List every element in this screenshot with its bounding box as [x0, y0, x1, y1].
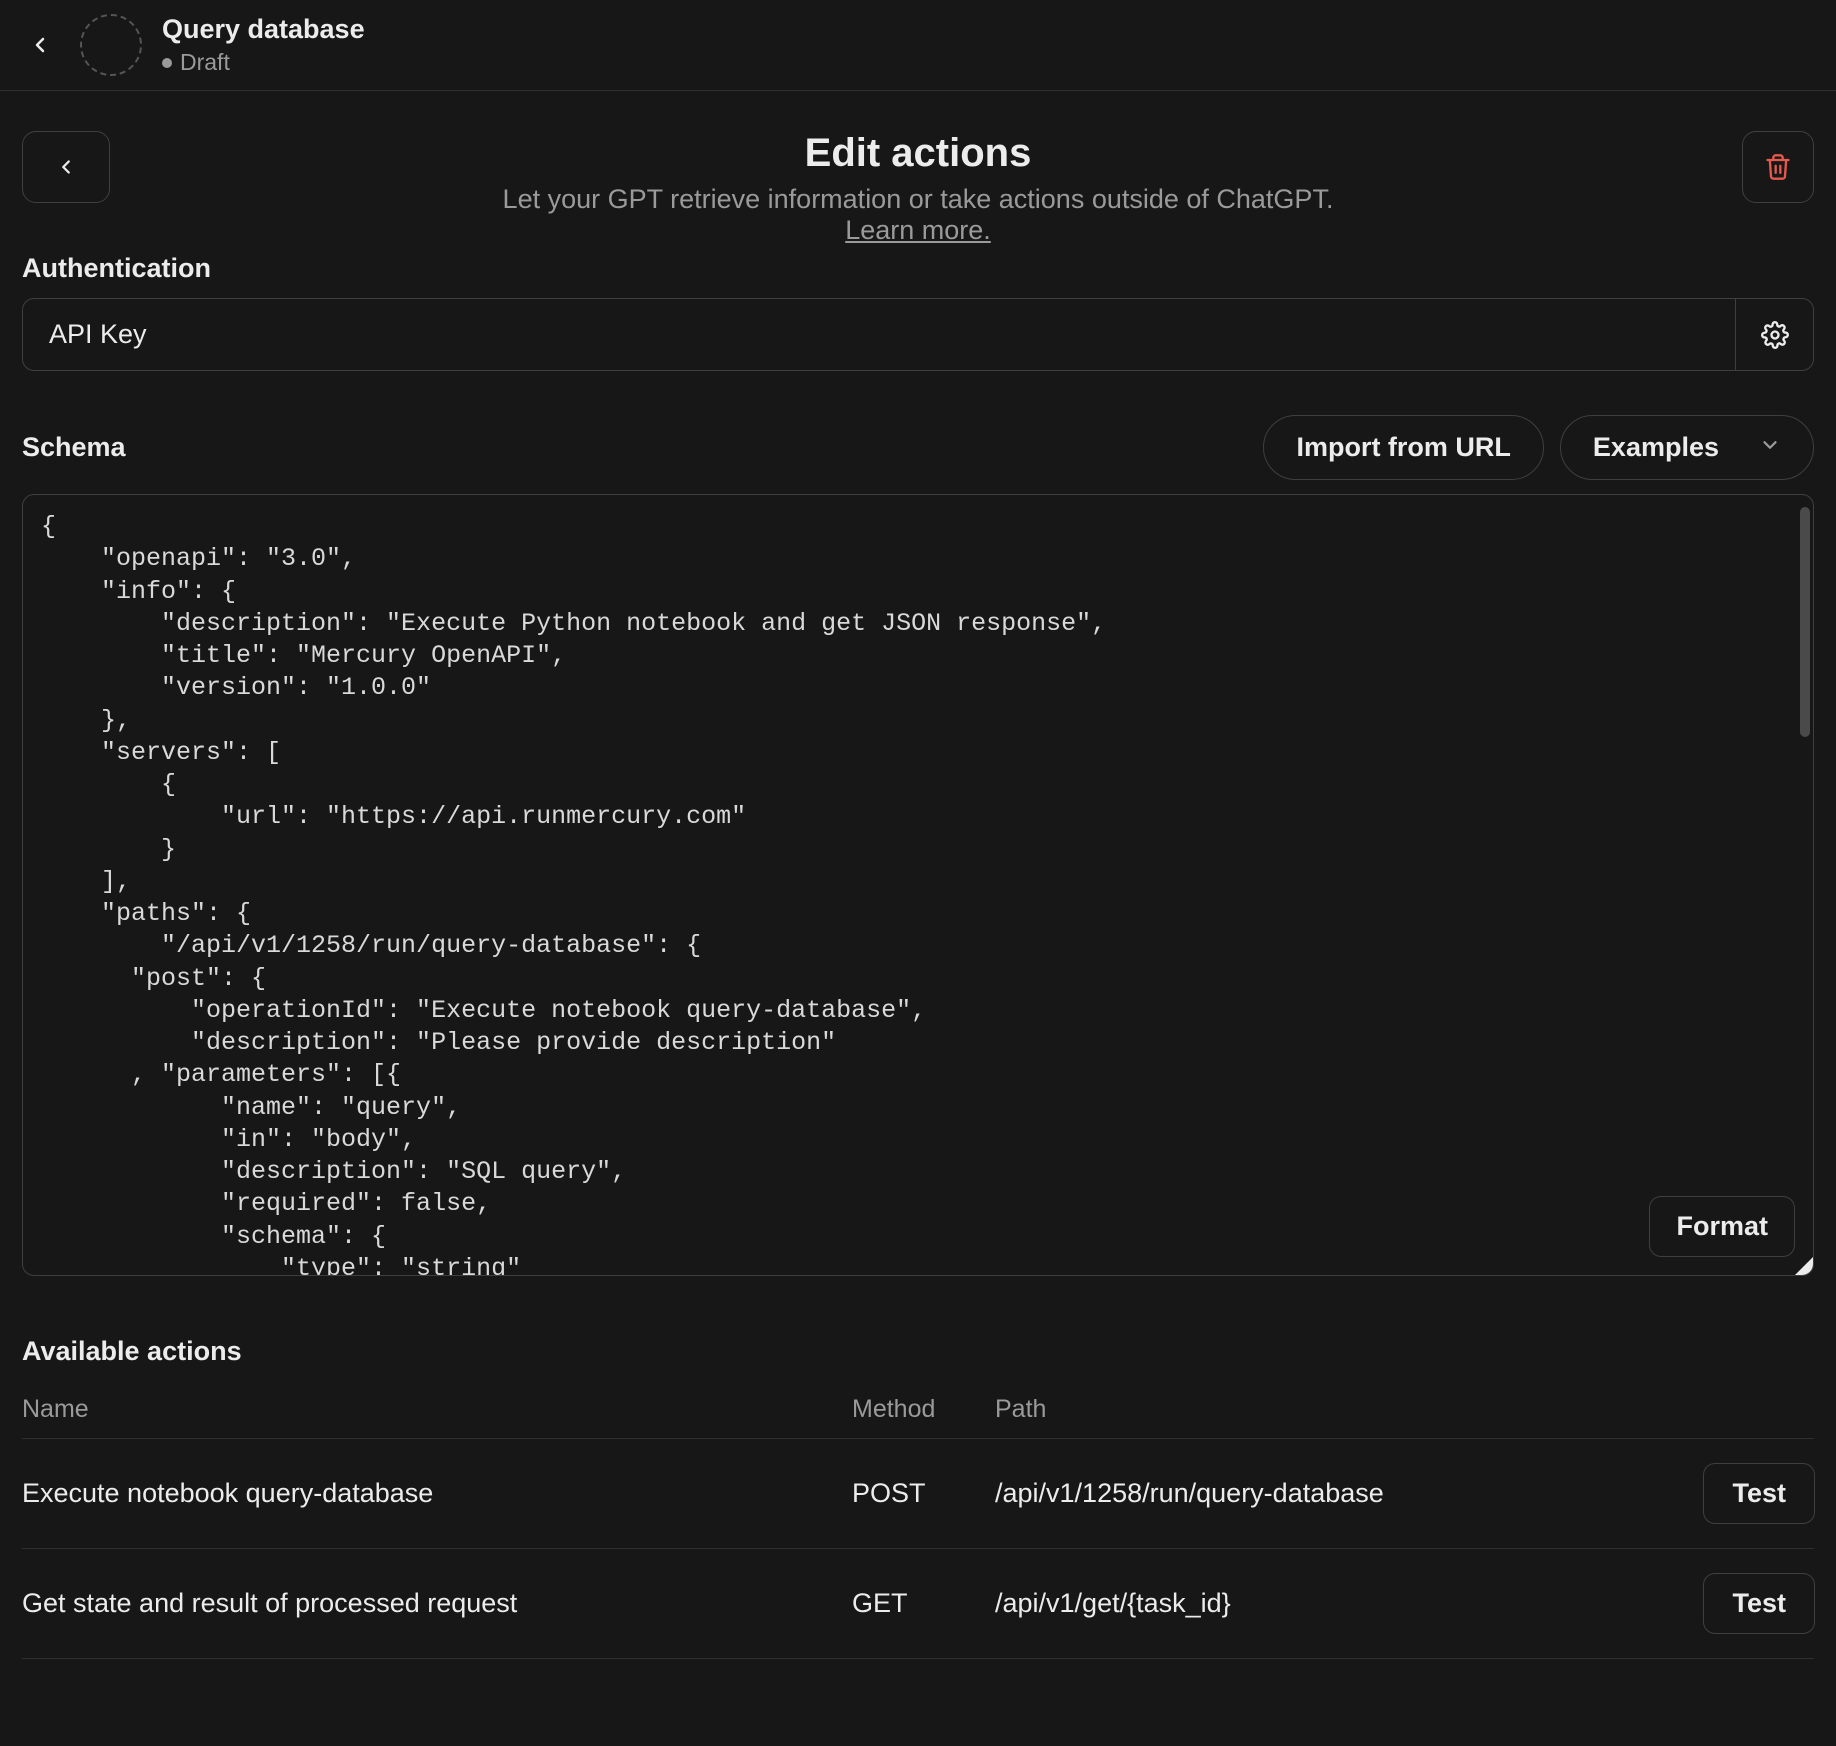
schema-editor[interactable]	[23, 495, 1813, 1275]
gear-icon	[1761, 321, 1789, 349]
status-row: Draft	[162, 49, 365, 76]
table-row: Get state and result of processed reques…	[22, 1548, 1814, 1659]
project-avatar-placeholder[interactable]	[80, 14, 142, 76]
page-header-row: Edit actions Let your GPT retrieve infor…	[22, 131, 1814, 203]
import-label: Import from URL	[1296, 432, 1510, 463]
auth-input-row	[22, 298, 1814, 371]
resize-handle-icon[interactable]	[1795, 1257, 1813, 1275]
status-label: Draft	[180, 49, 230, 76]
page-subtitle: Let your GPT retrieve information or tak…	[468, 184, 1368, 215]
test-button[interactable]: Test	[1703, 1573, 1815, 1634]
auth-settings-button[interactable]	[1735, 299, 1813, 370]
delete-button[interactable]	[1742, 131, 1814, 203]
content-area: Edit actions Let your GPT retrieve infor…	[0, 91, 1836, 1659]
test-button[interactable]: Test	[1703, 1463, 1815, 1524]
learn-more-link[interactable]: Learn more.	[845, 215, 991, 245]
examples-dropdown[interactable]: Examples	[1560, 415, 1814, 480]
format-button[interactable]: Format	[1649, 1196, 1795, 1257]
col-method: Method	[852, 1395, 995, 1424]
table-row: Execute notebook query-database POST /ap…	[22, 1438, 1814, 1548]
action-path: /api/v1/get/{task_id}	[995, 1588, 1675, 1619]
action-path: /api/v1/1258/run/query-database	[995, 1478, 1675, 1509]
available-actions-label: Available actions	[22, 1336, 1814, 1367]
table-header: Name Method Path	[22, 1381, 1814, 1438]
chevron-left-icon	[28, 33, 52, 57]
project-title: Query database	[162, 14, 365, 45]
action-name: Get state and result of processed reques…	[22, 1588, 852, 1619]
actions-table: Name Method Path Execute notebook query-…	[22, 1381, 1814, 1659]
chevron-left-icon	[55, 156, 77, 178]
schema-actions: Import from URL Examples	[1263, 415, 1814, 480]
auth-field[interactable]	[23, 299, 1735, 370]
top-back-button[interactable]	[20, 25, 60, 65]
col-name: Name	[22, 1395, 852, 1424]
action-method: POST	[852, 1478, 995, 1509]
status-dot-icon	[162, 58, 172, 68]
trash-icon	[1764, 153, 1792, 181]
scrollbar[interactable]	[1800, 507, 1810, 737]
title-block: Query database Draft	[162, 14, 365, 76]
examples-label: Examples	[1593, 432, 1719, 463]
back-button[interactable]	[22, 131, 110, 203]
page-title: Edit actions	[468, 131, 1368, 176]
schema-header: Schema Import from URL Examples	[22, 415, 1814, 480]
auth-section-label: Authentication	[22, 253, 1814, 284]
chevron-down-icon	[1759, 432, 1781, 463]
action-name: Execute notebook query-database	[22, 1478, 852, 1509]
page-header-center: Edit actions Let your GPT retrieve infor…	[468, 131, 1368, 246]
schema-section-label: Schema	[22, 432, 126, 463]
import-from-url-button[interactable]: Import from URL	[1263, 415, 1543, 480]
schema-editor-container: Format	[22, 494, 1814, 1276]
top-bar: Query database Draft	[0, 0, 1836, 91]
col-path: Path	[995, 1395, 1675, 1424]
action-method: GET	[852, 1588, 995, 1619]
